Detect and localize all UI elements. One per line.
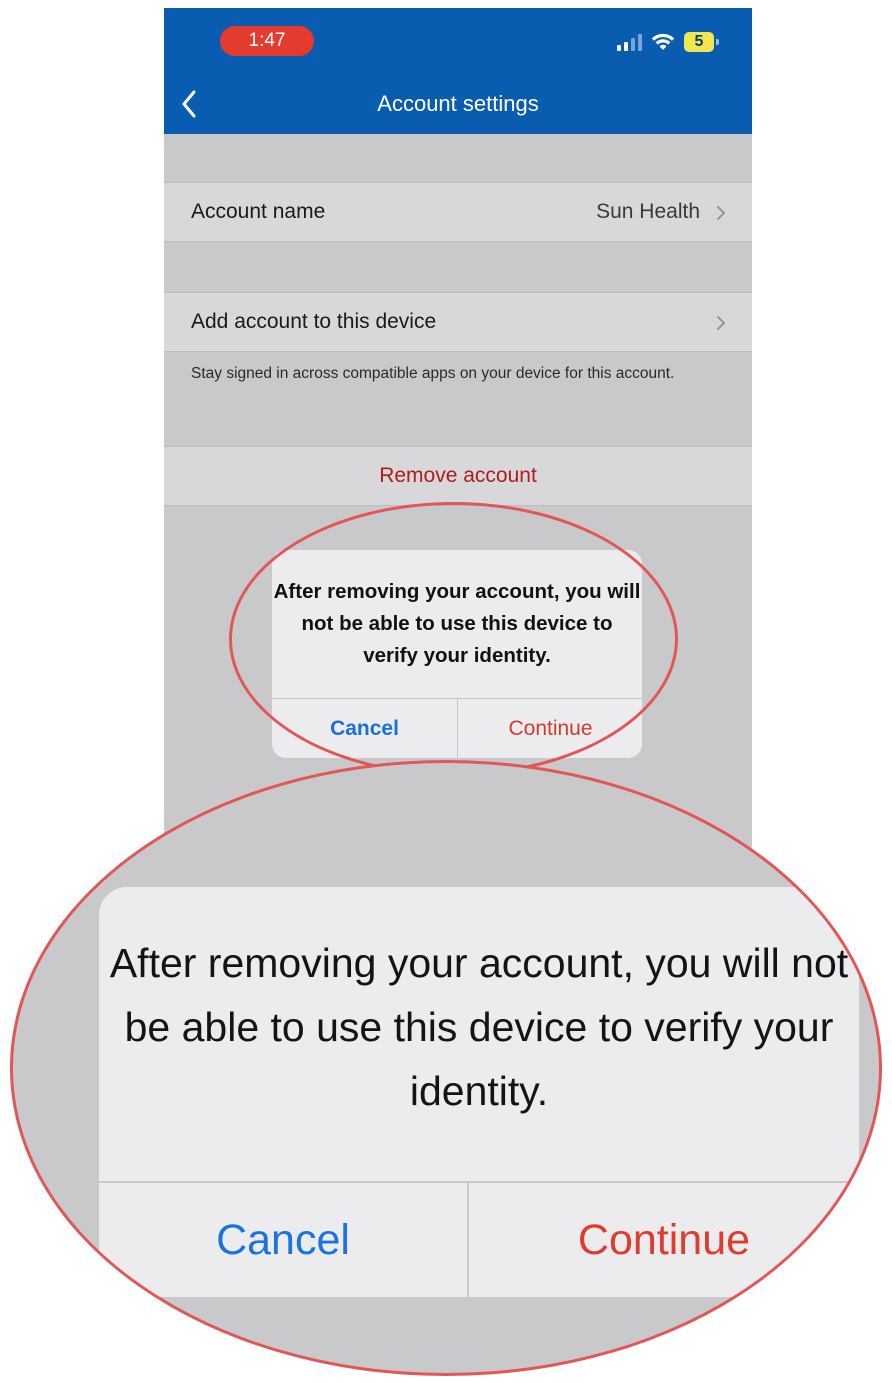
remove-account-row[interactable]: Remove account <box>164 446 752 506</box>
callout-ring <box>229 502 678 776</box>
remove-account-button[interactable]: Remove account <box>164 464 752 488</box>
chevron-right-icon <box>717 206 726 220</box>
zoom-callout: After removing your account, you will no… <box>10 760 882 1376</box>
chevron-right-icon <box>717 316 726 330</box>
zoomed-dialog: After removing your account, you will no… <box>99 887 859 1297</box>
status-icons: 5 <box>617 30 719 54</box>
app-header: 1:47 5 Account settings <box>164 8 752 134</box>
add-account-description: Stay signed in across compatible apps on… <box>191 365 675 382</box>
account-name-value: Sun Health <box>596 200 700 223</box>
battery-icon: 5 <box>684 32 719 52</box>
add-account-row[interactable]: Add account to this device <box>164 292 752 352</box>
zoomed-cancel-button: Cancel <box>216 1216 350 1264</box>
wifi-icon <box>651 33 675 50</box>
cellular-signal-icon <box>617 33 642 51</box>
add-account-label: Add account to this device <box>191 310 437 333</box>
page-title: Account settings <box>377 91 539 116</box>
account-name-row[interactable]: Account name Sun Health <box>164 182 752 242</box>
zoomed-dialog-message: After removing your account, you will no… <box>109 940 849 1114</box>
zoomed-continue-button: Continue <box>577 1216 751 1264</box>
status-time: 1:47 <box>220 26 314 56</box>
account-name-label: Account name <box>191 200 326 223</box>
